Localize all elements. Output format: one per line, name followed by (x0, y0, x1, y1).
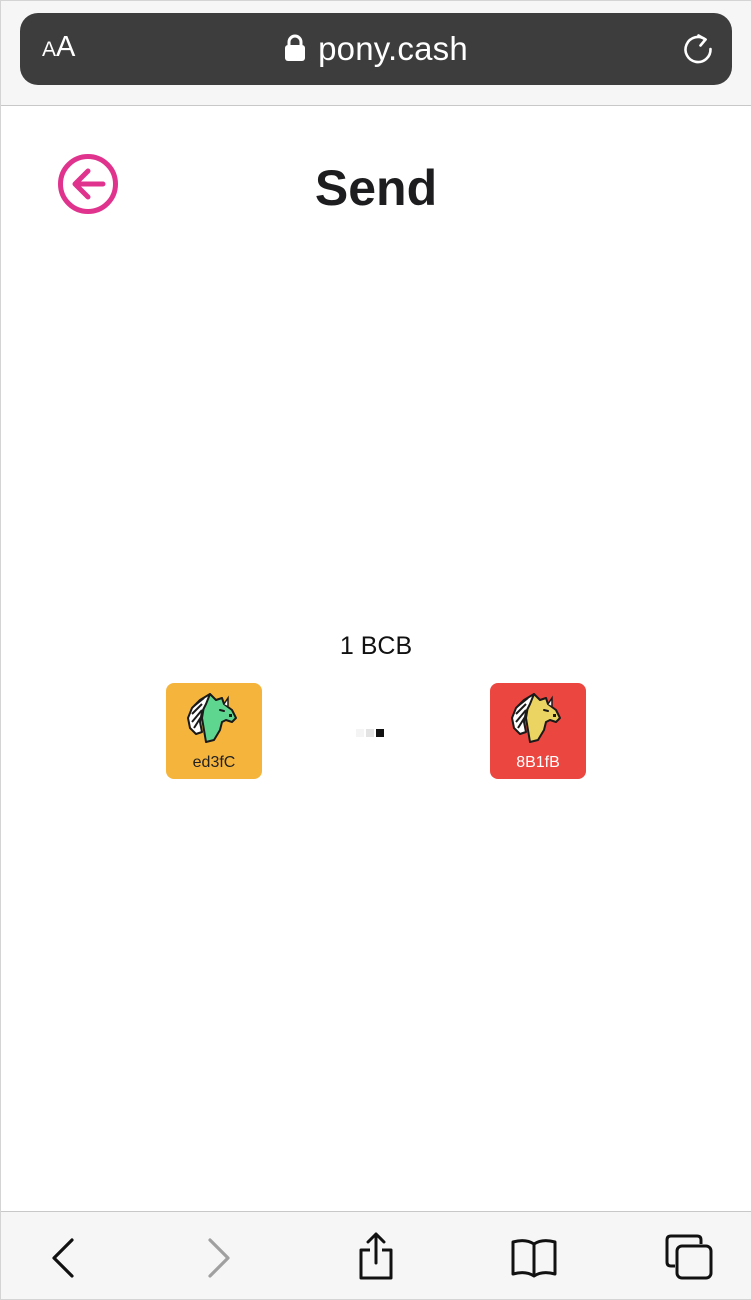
url-display: pony.cash (20, 13, 732, 85)
receiver-wallet-card[interactable]: 8B1fB (490, 683, 586, 779)
bookmarks-button[interactable] (506, 1230, 562, 1286)
back-button[interactable] (35, 1230, 91, 1286)
pony-avatar-icon (511, 693, 561, 743)
transfer-progress-indicator (356, 729, 384, 737)
lock-icon (285, 34, 306, 61)
browser-window: A A pony.cash Send 1 BCB ed3fC 8B1fB (0, 0, 752, 1300)
sender-wallet-label: ed3fC (192, 754, 236, 771)
receiver-wallet-label: 8B1fB (516, 754, 560, 771)
tabs-icon (665, 1234, 713, 1280)
share-button[interactable] (348, 1230, 404, 1286)
progress-dot (366, 729, 374, 737)
tabs-button[interactable] (663, 1230, 719, 1286)
text-size-small-a: A (42, 38, 57, 61)
pony-avatar-icon (187, 693, 237, 743)
forward-button[interactable] (191, 1230, 247, 1286)
text-size-button[interactable]: A A (42, 31, 75, 67)
browser-bottom-toolbar (1, 1211, 751, 1299)
page-title: Send (314, 160, 438, 216)
share-icon (359, 1232, 393, 1280)
progress-dot (376, 729, 384, 737)
address-bar[interactable]: A A pony.cash (20, 13, 732, 85)
sender-wallet-card[interactable]: ed3fC (166, 683, 262, 779)
back-icon (52, 1238, 74, 1278)
forward-icon (208, 1238, 230, 1278)
bookmarks-icon (511, 1239, 557, 1278)
transfer-amount: 1 BCB (339, 632, 413, 660)
text-size-large-a: A (56, 31, 76, 63)
reload-icon[interactable] (680, 31, 716, 67)
url-text: pony.cash (318, 30, 468, 67)
progress-dot (356, 729, 364, 737)
browser-top-bar: A A pony.cash (1, 1, 751, 106)
